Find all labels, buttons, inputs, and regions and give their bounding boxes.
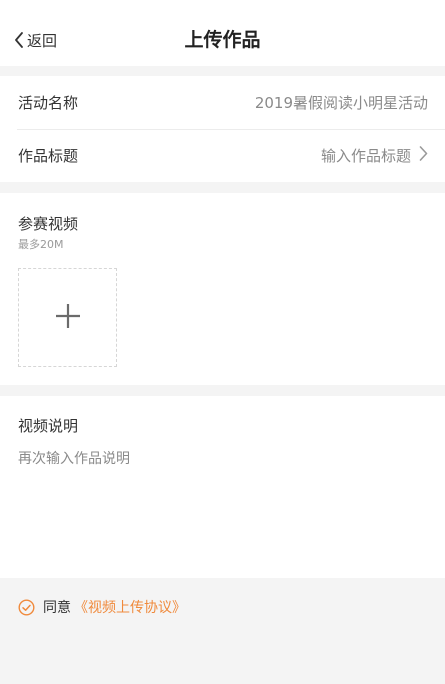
info-card: 活动名称 2019暑假阅读小明星活动 作品标题 输入作品标题 [0,76,445,182]
description-input[interactable] [18,448,423,558]
work-title-row[interactable]: 作品标题 输入作品标题 [0,129,445,182]
agreement-link[interactable]: 《视频上传协议》 [74,597,186,617]
plus-icon [55,303,81,333]
work-title-input[interactable]: 输入作品标题 [321,145,428,166]
activity-name-row: 活动名称 2019暑假阅读小明星活动 [0,76,445,129]
video-section-label: 参赛视频 [18,215,79,233]
agreement-checkbox[interactable]: 同意 《视频上传协议》 [18,596,186,618]
description-label: 视频说明 [18,417,79,435]
video-card: 参赛视频 最多20M [0,193,445,385]
chevron-left-icon [14,32,27,48]
description-card: 视频说明 [0,396,445,578]
back-button[interactable]: 返回 [14,26,57,54]
work-title-placeholder: 输入作品标题 [320,147,411,165]
nav-bar: 返回 上传作品 [0,0,445,66]
activity-name-value: 2019暑假阅读小明星活动 [254,94,428,112]
chevron-right-icon [419,146,428,165]
work-title-label: 作品标题 [18,147,79,165]
video-upload-button[interactable] [18,268,117,367]
video-size-limit: 最多20M [18,238,64,251]
agreement-prefix: 同意 [43,600,71,616]
page-title: 上传作品 [184,29,261,51]
activity-name-label: 活动名称 [18,94,79,112]
back-label: 返回 [27,31,58,50]
check-circle-icon [18,598,43,616]
